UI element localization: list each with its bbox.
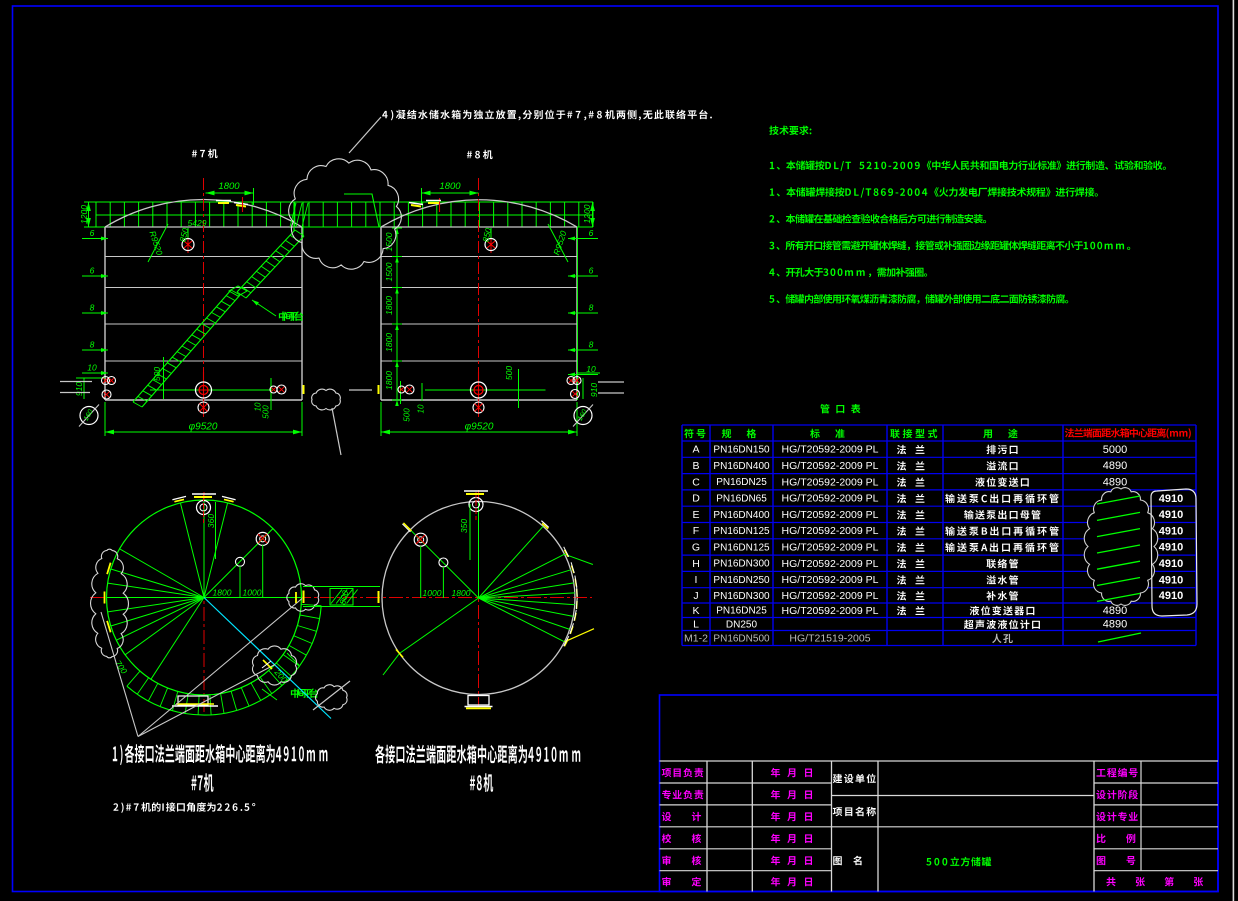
svg-text:HG/T20592-2009 PL: HG/T20592-2009 PL <box>782 525 879 537</box>
svg-text:HG/T20592-2009 PL: HG/T20592-2009 PL <box>782 444 879 456</box>
svg-text:PN16DN300: PN16DN300 <box>713 591 770 602</box>
svg-text:PN16DN400: PN16DN400 <box>713 461 770 472</box>
svg-text:1800: 1800 <box>439 181 461 192</box>
svg-text:D: D <box>692 493 700 505</box>
svg-text:φ9520: φ9520 <box>465 421 494 432</box>
svg-text:1800: 1800 <box>384 333 394 352</box>
svg-text:4890: 4890 <box>1103 619 1127 631</box>
svg-text:PN16DN500: PN16DN500 <box>713 633 770 644</box>
svg-text:PN16DN400: PN16DN400 <box>713 510 770 521</box>
svg-text:10: 10 <box>87 362 97 372</box>
svg-text:HG/T21519-2005: HG/T21519-2005 <box>789 633 870 645</box>
svg-text:H: H <box>692 558 700 570</box>
svg-text:DN250: DN250 <box>726 619 758 630</box>
svg-text:500: 500 <box>403 408 412 422</box>
svg-text:500: 500 <box>262 405 271 419</box>
svg-text:PN16DN65: PN16DN65 <box>716 493 767 504</box>
svg-text:6: 6 <box>589 228 594 238</box>
svg-text:1500: 1500 <box>384 262 394 281</box>
svg-text:4910: 4910 <box>1159 574 1183 586</box>
svg-text:1800: 1800 <box>384 296 394 315</box>
svg-text:360: 360 <box>206 514 216 528</box>
svg-text:5000: 5000 <box>1103 444 1127 456</box>
svg-text:5429: 5429 <box>188 218 207 228</box>
svg-text:910: 910 <box>589 383 599 397</box>
svg-text:8: 8 <box>589 339 594 349</box>
svg-text:PN16DN25: PN16DN25 <box>716 477 767 488</box>
svg-text:M1-2: M1-2 <box>684 633 708 645</box>
svg-text:4910: 4910 <box>1159 558 1183 570</box>
svg-text:10: 10 <box>586 364 596 374</box>
svg-text:8: 8 <box>589 302 594 312</box>
svg-text:6: 6 <box>90 265 95 275</box>
svg-text:PN16DN250: PN16DN250 <box>713 575 770 586</box>
svg-text:1800: 1800 <box>384 371 394 390</box>
svg-text:1800: 1800 <box>452 588 471 598</box>
svg-text:PN16DN125: PN16DN125 <box>713 542 770 553</box>
svg-text:4910: 4910 <box>1159 590 1183 602</box>
svg-text:10: 10 <box>417 404 426 413</box>
svg-text:6: 6 <box>90 228 95 238</box>
svg-text:F: F <box>693 525 699 537</box>
svg-text:1200: 1200 <box>582 204 592 223</box>
svg-text:E: E <box>692 509 699 521</box>
svg-text:HG/T20592-2009 PL: HG/T20592-2009 PL <box>782 590 879 602</box>
svg-text:C: C <box>692 476 700 488</box>
svg-text:HG/T20592-2009 PL: HG/T20592-2009 PL <box>782 574 879 586</box>
svg-text:6: 6 <box>589 265 594 275</box>
svg-text:350: 350 <box>459 519 469 533</box>
svg-text:1800: 1800 <box>213 588 232 598</box>
svg-text:1000: 1000 <box>423 588 442 598</box>
svg-text:φ9520: φ9520 <box>189 421 218 432</box>
svg-text:HG/T20592-2009 PL: HG/T20592-2009 PL <box>782 558 879 570</box>
svg-text:HG/T20592-2009 PL: HG/T20592-2009 PL <box>782 493 879 505</box>
svg-text:4910: 4910 <box>1159 509 1183 521</box>
svg-text:PN16DN25: PN16DN25 <box>716 606 767 617</box>
svg-text:4910: 4910 <box>1159 525 1183 537</box>
svg-text:A: A <box>692 444 699 456</box>
svg-text:4890: 4890 <box>1103 605 1127 617</box>
svg-text:HG/T20592-2009 PL: HG/T20592-2009 PL <box>782 509 879 521</box>
svg-text:4910: 4910 <box>1159 542 1183 554</box>
svg-text:I: I <box>695 574 698 586</box>
svg-text:PN16DN150: PN16DN150 <box>713 445 770 456</box>
svg-text:G: G <box>692 542 700 554</box>
svg-text:8: 8 <box>90 339 95 349</box>
svg-text:1000: 1000 <box>243 588 262 598</box>
svg-text:J: J <box>693 590 698 602</box>
svg-text:8: 8 <box>90 302 95 312</box>
svg-text:PN16DN300: PN16DN300 <box>713 559 770 570</box>
svg-text:4890: 4890 <box>1103 460 1127 472</box>
svg-text:K: K <box>692 605 699 617</box>
svg-text:HG/T20592-2009 PL: HG/T20592-2009 PL <box>782 605 879 617</box>
svg-text:1800: 1800 <box>218 181 240 192</box>
svg-text:PN16DN125: PN16DN125 <box>713 526 770 537</box>
svg-text:HG/T20592-2009 PL: HG/T20592-2009 PL <box>782 542 879 554</box>
svg-text:B: B <box>692 460 699 472</box>
svg-text:HG/T20592-2009 PL: HG/T20592-2009 PL <box>782 460 879 472</box>
svg-text:HG/T20592-2009 PL: HG/T20592-2009 PL <box>782 476 879 488</box>
svg-text:1200: 1200 <box>79 205 89 224</box>
svg-text:4890: 4890 <box>1103 477 1127 489</box>
svg-text:910: 910 <box>74 382 84 396</box>
svg-text:4910: 4910 <box>1159 493 1183 505</box>
svg-text:L: L <box>693 619 699 631</box>
svg-text:500: 500 <box>504 366 514 380</box>
